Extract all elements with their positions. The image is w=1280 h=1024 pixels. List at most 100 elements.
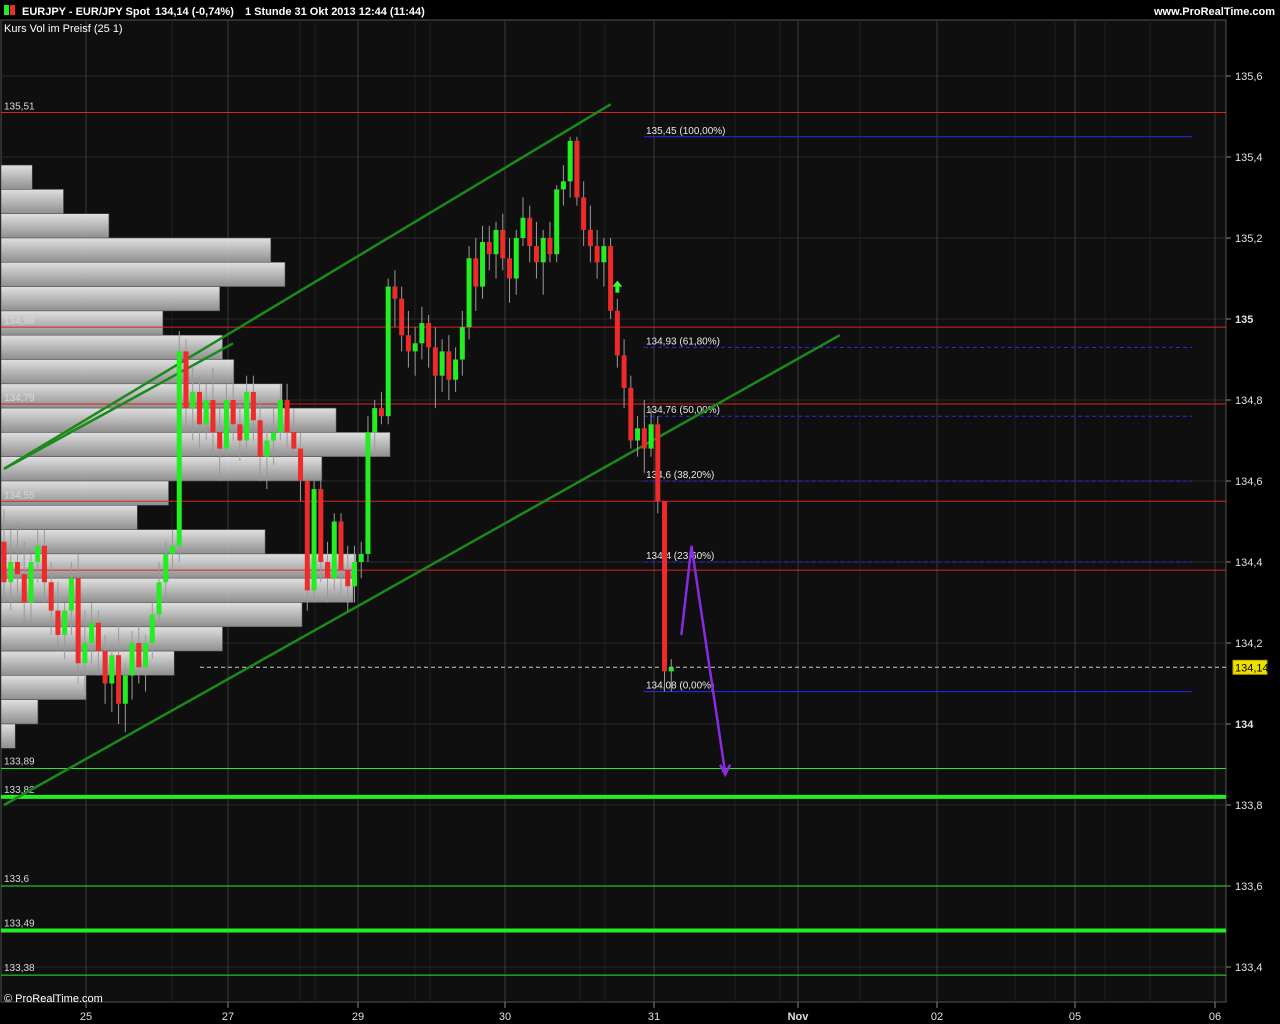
last-quote: 134,14 (-0,74%) — [155, 6, 234, 18]
candle-bull — [439, 351, 445, 376]
support-label: 133,49 — [4, 919, 35, 930]
candle-bull — [143, 643, 149, 668]
x-tick-label: 05 — [1069, 1011, 1081, 1023]
candle-bull — [122, 675, 128, 704]
candle-bear — [608, 246, 614, 311]
candle-bear — [250, 391, 256, 421]
volume-profile-bar — [0, 650, 175, 676]
candle-bull — [176, 351, 182, 546]
last-price-label: 134,14 — [1235, 662, 1269, 674]
candle-bull — [513, 238, 519, 279]
chart-period: 1 Stunde 31 Okt 2013 12:44 (11:44) — [245, 6, 425, 18]
candle-bear — [614, 310, 620, 356]
y-tick-label: 134,4 — [1235, 557, 1263, 569]
resistance-label: 134,98 — [4, 316, 35, 327]
x-tick-label: 25 — [80, 1011, 92, 1023]
candle-bull — [203, 400, 209, 425]
candle-bull — [109, 655, 115, 684]
volume-profile-bar — [0, 699, 39, 725]
volume-profile-bar — [0, 553, 357, 579]
volume-profile-bar — [0, 334, 223, 360]
candle-bull — [82, 643, 88, 664]
candle-bear — [217, 432, 223, 449]
candle-bear — [527, 217, 533, 247]
candle-bear — [641, 428, 647, 449]
fib-label: 134,93 (61,80%) — [646, 336, 720, 347]
candle-bear — [662, 501, 668, 672]
y-tick-label: 135,6 — [1235, 71, 1263, 83]
candle-bull — [271, 432, 277, 441]
candle-bear — [230, 400, 236, 425]
candle-bear — [21, 574, 27, 603]
support-label: 133,38 — [4, 963, 35, 974]
candle-bear — [116, 655, 122, 704]
x-axis-panel — [0, 1003, 1280, 1024]
candle-bull — [264, 440, 270, 457]
candle-bull — [62, 610, 68, 635]
candle-bull — [648, 424, 654, 449]
x-tick-label: 06 — [1209, 1011, 1221, 1023]
candle-bear — [587, 229, 593, 247]
fib-label: 135,45 (100,00%) — [646, 126, 726, 137]
candle-bull — [480, 242, 486, 287]
candle-bull — [331, 521, 337, 579]
site-url[interactable]: www.ProRealTime.com — [1153, 6, 1275, 18]
candle-bear — [41, 545, 47, 583]
candle-bull — [244, 391, 250, 441]
candle-bull — [358, 553, 364, 562]
candle-bull — [277, 400, 283, 433]
candle-bull — [540, 238, 546, 263]
candle-bear — [1, 541, 7, 583]
candle-bear — [345, 570, 351, 587]
indicator-subtitle: Kurs Vol im Preisf (25 1) — [4, 23, 123, 35]
y-tick-label: 134,6 — [1235, 476, 1263, 488]
resistance-label: 134,55 — [4, 490, 35, 501]
candle-bear — [432, 347, 438, 376]
candle-bull — [170, 545, 175, 554]
candle-bull — [567, 140, 573, 182]
candle-bear — [304, 481, 310, 591]
candle-bear — [547, 238, 553, 255]
candle-bull — [601, 246, 607, 263]
candle-bear — [196, 391, 202, 425]
candle-bear — [318, 489, 324, 562]
y-tick-label: 135 — [1235, 314, 1253, 326]
candle-bull — [365, 432, 371, 554]
candle-bear — [446, 351, 452, 380]
candle-bear — [102, 651, 108, 684]
x-tick-label: 27 — [222, 1011, 234, 1023]
y-axis-panel — [1227, 20, 1279, 1002]
candle-bear — [75, 578, 81, 664]
candle-bull — [156, 582, 162, 615]
instrument-color-icon-2 — [10, 5, 15, 15]
candle-bear — [628, 387, 634, 441]
volume-profile-bar — [0, 237, 272, 263]
candle-bull — [223, 400, 229, 449]
candle-bull — [35, 545, 41, 562]
y-tick-label: 134,8 — [1235, 395, 1263, 407]
volume-profile-bar — [0, 164, 33, 190]
volume-profile-bar — [0, 213, 110, 239]
candle-bull — [560, 181, 566, 190]
volume-profile-bar — [0, 675, 87, 701]
candle-bear — [473, 258, 479, 287]
candle-bull — [89, 622, 95, 643]
y-tick-label: 135,4 — [1235, 152, 1263, 164]
fib-label: 134,76 (50,00%) — [646, 405, 720, 416]
candle-bull — [311, 489, 317, 591]
x-tick-label: 02 — [931, 1011, 943, 1023]
candle-bull — [419, 323, 425, 344]
volume-profile-bar — [0, 529, 266, 555]
candle-bull — [459, 327, 465, 360]
instrument-color-icon — [4, 5, 9, 15]
volume-profile-bar — [0, 189, 64, 214]
candle-bear — [392, 286, 398, 299]
candle-bear — [55, 610, 61, 635]
candle-bear — [426, 323, 432, 348]
resistance-label: 134,79 — [4, 393, 35, 404]
volume-profile-bar — [0, 261, 286, 287]
candle-bear — [399, 298, 405, 336]
y-tick-label: 134,2 — [1235, 638, 1263, 650]
candle-bear — [621, 355, 627, 388]
candle-bull — [635, 428, 641, 441]
